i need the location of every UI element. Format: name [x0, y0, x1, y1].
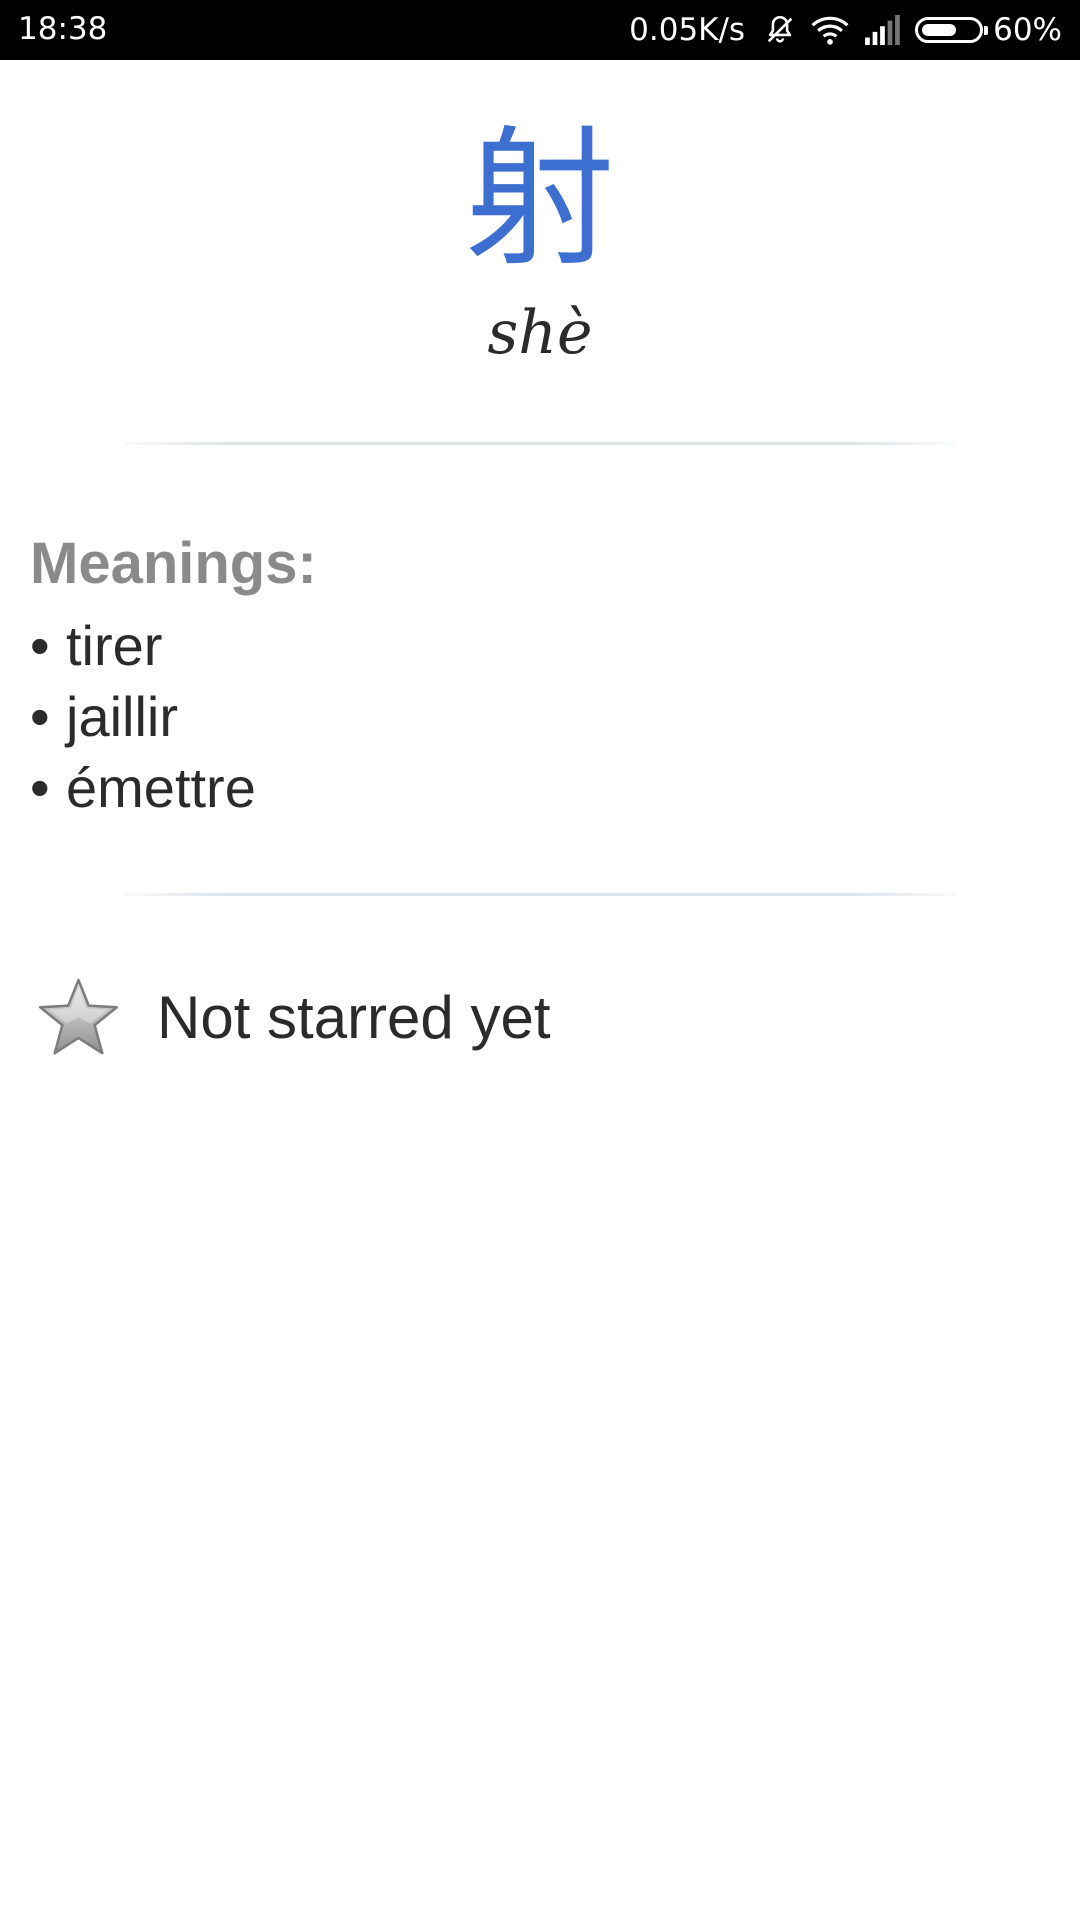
list-item: • tirer	[30, 610, 256, 681]
meanings-list: • tirer • jaillir • émettre	[30, 610, 256, 823]
status-right-group: 0.05K/s 60%	[629, 0, 1062, 60]
bullet: •	[30, 756, 50, 819]
bullet: •	[30, 685, 50, 748]
list-item: • émettre	[30, 752, 256, 823]
star-icon[interactable]	[36, 975, 121, 1060]
cell-signal-icon	[863, 15, 901, 45]
bullet: •	[30, 614, 50, 677]
status-time: 18:38	[18, 11, 108, 47]
network-speed: 0.05K/s	[629, 12, 746, 48]
pinyin: shè	[487, 298, 593, 368]
status-bar: 18:38 0.05K/s 60%	[0, 0, 1080, 60]
battery-icon	[915, 17, 989, 43]
meaning-text: émettre	[66, 756, 256, 819]
battery-nub	[984, 26, 989, 35]
star-toggle[interactable]: Not starred yet	[36, 975, 551, 1060]
meaning-text: tirer	[66, 614, 163, 677]
divider	[125, 442, 955, 445]
divider	[125, 893, 955, 896]
meaning-text: jaillir	[66, 685, 178, 748]
list-item: • jaillir	[30, 681, 256, 752]
wifi-icon	[811, 13, 849, 47]
meanings-title: Meanings:	[30, 531, 317, 596]
battery-fill	[922, 24, 957, 36]
chinese-character: 射	[464, 113, 615, 287]
battery-percent: 60%	[993, 12, 1062, 48]
bell-muted-icon	[763, 13, 797, 47]
star-status-label: Not starred yet	[157, 984, 551, 1051]
